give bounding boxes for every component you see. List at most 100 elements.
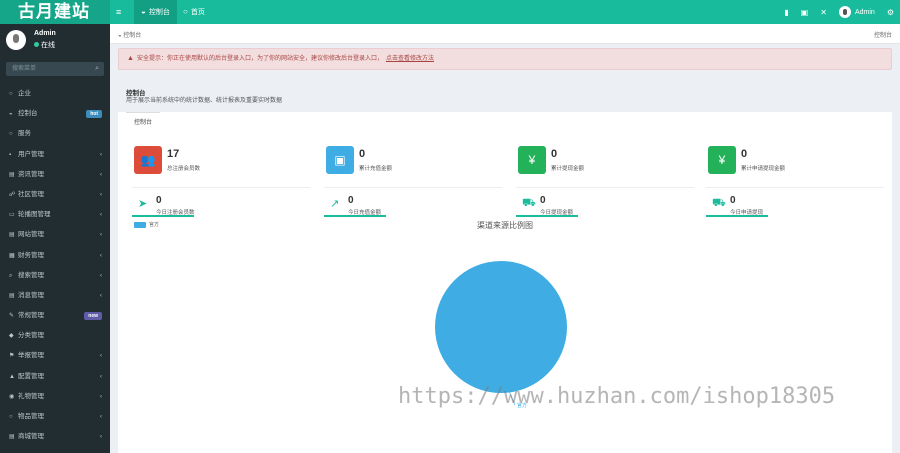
window-icon[interactable]: ▣	[801, 8, 809, 17]
admin-menu[interactable]: Admin	[838, 6, 875, 18]
chevron-left-icon: ‹	[100, 292, 102, 299]
status-badge: new	[84, 312, 102, 321]
image-icon: ▭	[9, 212, 15, 219]
sidebar-item-13[interactable]: ⚑ 举报管理 ‹	[0, 346, 110, 366]
chevron-left-icon: ‹	[100, 393, 102, 400]
chevron-left-icon: ‹	[100, 434, 102, 441]
report-icon: ⚑	[9, 353, 15, 360]
chevron-left-icon: ‹	[100, 272, 102, 279]
sidebar-item-label: 网站管理	[18, 231, 44, 239]
sidebar-item-15[interactable]: ◉ 礼物管理 ‹	[0, 387, 110, 407]
breadcrumb-current: 控制台	[873, 33, 892, 39]
home-icon: ○	[183, 7, 188, 16]
sidebar: Admin 在线 搜索菜单 ⌕ ○ 企业 ◒ 控制台 hot ○ 服务 ▪ 用户管理 ‹ ▤ 资讯管理…	[0, 24, 110, 453]
chevron-left-icon: ‹	[100, 414, 102, 420]
chevron-left-icon: ‹	[100, 353, 102, 360]
category-icon: ◆	[9, 333, 14, 340]
sidebar-item-label: 控制台	[18, 110, 38, 118]
status-badge: hot	[86, 110, 102, 119]
user-name: Admin	[34, 30, 56, 37]
security-alert: ▲ 安全提示：你正在使用默认的后台登录入口，为了你的网站安全，建议你修改后台登录入…	[118, 48, 892, 70]
chevron-left-icon: ‹	[100, 232, 102, 239]
sidebar-item-8[interactable]: ▦ 财务管理 ‹	[0, 246, 110, 266]
search-icon: ⌕	[9, 272, 13, 279]
breadcrumb: ◒ 控制台 控制台	[110, 24, 900, 44]
chevron-left-icon: ‹	[100, 252, 102, 259]
trash-icon[interactable]: ▮	[784, 8, 788, 17]
sidebar-menu: ○ 企业 ◒ 控制台 hot ○ 服务 ▪ 用户管理 ‹ ▤ 资讯管理 ‹ ☍ 社区管理 ‹ ▭ 轮播图管理 ‹ ▤ 网…	[0, 84, 110, 447]
sidebar-item-7[interactable]: ▤ 网站管理 ‹	[0, 225, 110, 245]
chevron-left-icon: ‹	[100, 171, 102, 178]
avatar	[6, 30, 26, 50]
sidebar-item-label: 举报管理	[18, 352, 44, 360]
warning-icon: ▲	[127, 55, 134, 62]
search-icon[interactable]: ⌕	[95, 62, 99, 76]
user-icon: ▪	[9, 151, 12, 158]
sidebar-item-label: 财务管理	[18, 251, 44, 259]
finance-icon: ▦	[9, 252, 15, 259]
sidebar-item-10[interactable]: ▤ 消息管理 ‹	[0, 286, 110, 306]
sidebar-item-17[interactable]: ▤ 商城管理 ‹	[0, 427, 110, 447]
menu-toggle-icon[interactable]: ≡	[116, 7, 121, 17]
user-panel: Admin 在线	[0, 24, 110, 58]
config-icon: ▲	[9, 373, 15, 380]
chevron-left-icon: ‹	[100, 373, 102, 380]
avatar	[838, 6, 851, 18]
sidebar-item-label: 服务	[18, 130, 31, 138]
sidebar-item-3[interactable]: ▪ 用户管理 ‹	[0, 145, 110, 165]
circle-icon: ○	[9, 131, 13, 138]
top-navbar: 古月建站 ≡ ◒ 控制台 ○ 首页 ▮ ▣ ✕ Admin ⚙	[0, 0, 900, 24]
dashboard-icon: ◒	[141, 7, 146, 16]
sidebar-item-16[interactable]: ○ 物品管理 ‹	[0, 407, 110, 427]
item-icon: ○	[9, 414, 13, 420]
circle-icon: ○	[9, 91, 13, 97]
message-icon: ▤	[9, 292, 15, 299]
sidebar-item-12[interactable]: ◆ 分类管理	[0, 326, 110, 346]
sidebar-item-2[interactable]: ○ 服务	[0, 124, 110, 144]
sidebar-item-label: 商城管理	[18, 433, 44, 441]
pie-slice[interactable]	[435, 261, 567, 393]
alert-link[interactable]: 点击查看修改方法	[386, 56, 434, 62]
sidebar-search-input[interactable]: 搜索菜单 ⌕	[6, 62, 104, 76]
sidebar-item-9[interactable]: ⌕ 搜索管理 ‹	[0, 266, 110, 286]
sidebar-item-1[interactable]: ◒ 控制台 hot	[0, 104, 110, 124]
sidebar-item-label: 消息管理	[18, 291, 44, 299]
sidebar-item-4[interactable]: ▤ 资讯管理 ‹	[0, 165, 110, 185]
sidebar-item-label: 企业	[18, 90, 31, 97]
dashboard-icon: ◒	[9, 111, 13, 118]
site-icon: ▤	[9, 232, 15, 239]
sidebar-item-label: 搜索管理	[18, 271, 44, 279]
sidebar-item-11[interactable]: ✎ 常规管理 new	[0, 306, 110, 326]
fullscreen-icon[interactable]: ✕	[820, 8, 827, 17]
settings-icon[interactable]: ⚙	[887, 8, 894, 17]
sidebar-item-label: 资讯管理	[18, 170, 44, 178]
gift-icon: ◉	[9, 393, 15, 400]
sidebar-item-0[interactable]: ○ 企业	[0, 84, 110, 104]
sidebar-item-label: 物品管理	[18, 413, 44, 420]
sidebar-item-label: 社区管理	[18, 190, 44, 198]
community-icon: ☍	[9, 191, 16, 198]
sidebar-item-5[interactable]: ☍ 社区管理 ‹	[0, 185, 110, 205]
sidebar-item-label: 配置管理	[18, 372, 44, 380]
tab-dashboard[interactable]: ◒ 控制台	[134, 0, 177, 24]
site-logo[interactable]: 古月建站	[0, 0, 110, 24]
online-dot-icon	[34, 42, 39, 47]
sidebar-item-6[interactable]: ▭ 轮播图管理 ‹	[0, 205, 110, 225]
tab-home[interactable]: ○ 首页	[176, 0, 212, 24]
sidebar-item-label: 礼物管理	[18, 392, 44, 400]
gear-icon: ✎	[9, 313, 15, 320]
sidebar-item-label: 轮播图管理	[18, 211, 51, 219]
tab-console[interactable]: 控制台	[126, 112, 160, 132]
news-icon: ▤	[9, 171, 15, 178]
sidebar-item-label: 分类管理	[18, 332, 44, 340]
sidebar-item-label: 常规管理	[18, 312, 44, 320]
sidebar-item-label: 用户管理	[18, 150, 44, 158]
chevron-left-icon: ‹	[100, 191, 102, 198]
sidebar-item-14[interactable]: ▲ 配置管理 ‹	[0, 367, 110, 387]
top-right-tools: ▮ ▣ ✕ Admin ⚙	[784, 0, 894, 24]
page-description: 用于展示当前系统中的统计数据、统计报表及重要实时数据	[126, 98, 283, 104]
chevron-left-icon: ‹	[100, 212, 102, 219]
chevron-left-icon: ‹	[100, 151, 102, 158]
breadcrumb-home[interactable]: ◒ 控制台	[118, 30, 141, 39]
watermark-text: https://www.huzhan.com/ishop18305	[398, 384, 836, 409]
